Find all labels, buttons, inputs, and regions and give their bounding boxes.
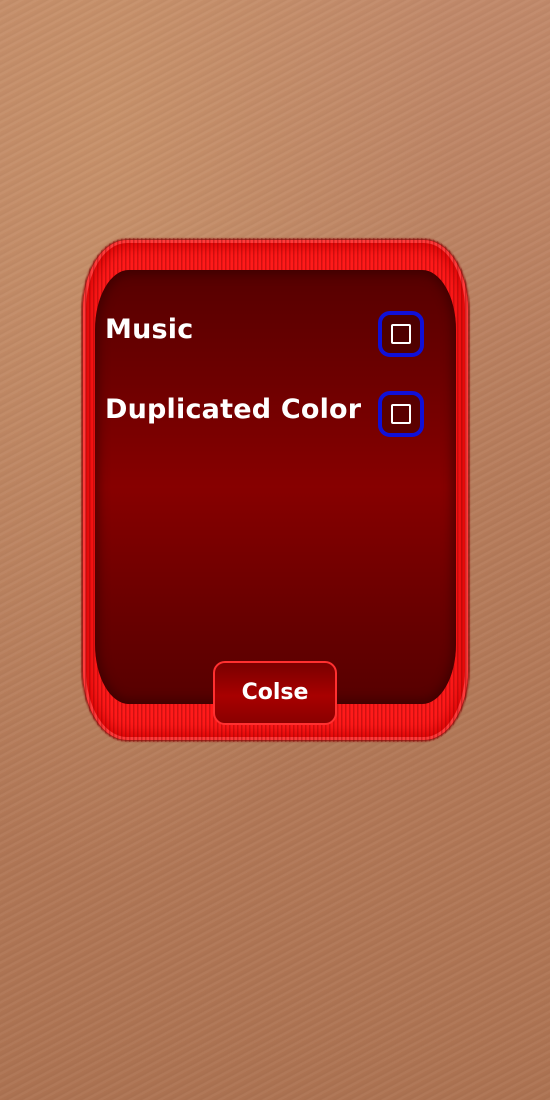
duplicated-color-label: Duplicated Color: [105, 394, 362, 425]
setting-row-music: Music: [105, 308, 435, 358]
setting-row-duplicated-color: Duplicated Color: [105, 388, 435, 438]
close-button[interactable]: Colse: [213, 661, 337, 725]
checkbox-square-icon: [391, 404, 411, 424]
duplicated-color-checkbox[interactable]: [378, 391, 424, 437]
checkbox-square-icon: [391, 324, 411, 344]
settings-dialog: Music Duplicated Color Colse: [81, 238, 470, 742]
music-checkbox[interactable]: [378, 311, 424, 357]
music-label: Music: [105, 314, 194, 345]
